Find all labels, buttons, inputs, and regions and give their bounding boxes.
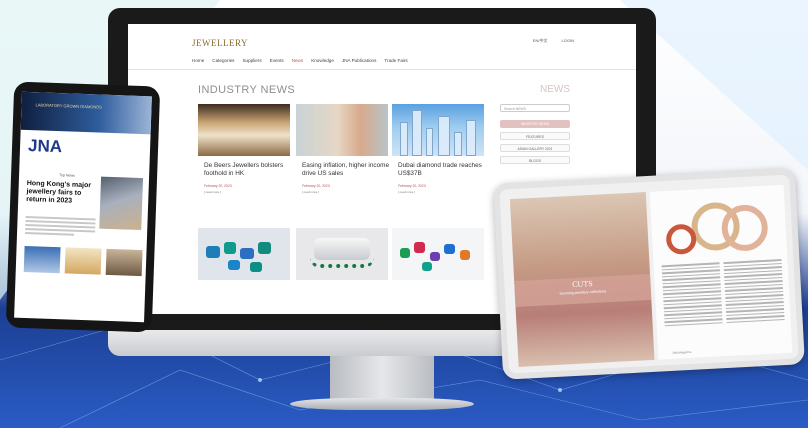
nav-news[interactable]: News (292, 58, 304, 63)
news-search-input[interactable]: Search NEWS (500, 104, 570, 112)
main-nav: Home Categories Suppliers Events News Kn… (192, 58, 408, 63)
top-news-label: Top News (59, 173, 75, 178)
section-title: INDUSTRY NEWS (198, 84, 296, 96)
magazine-footer: JNA Magazine (672, 349, 692, 355)
article-title-3[interactable]: Dubai diamond trade reaches US$37B (398, 162, 490, 178)
article-image-colored-gems[interactable] (392, 228, 484, 280)
imac-stand-base (290, 398, 474, 410)
tablet-banner: LABORATORY GROWN DIAMONDS (20, 91, 152, 135)
nav-home[interactable]: Home (192, 58, 204, 63)
site-header: JEWELLERY EN/中文 LOGIN Home Categories Su… (128, 24, 636, 70)
article-image-blue-gems[interactable] (198, 228, 290, 280)
article-more-3[interactable]: [ read more ] (398, 190, 488, 194)
nav-trade-fairs[interactable]: Trade Fairs (384, 58, 407, 63)
article-image-woman[interactable] (296, 104, 388, 156)
article-date-3: February 20, 2023 (398, 184, 426, 188)
article-image-necklace[interactable] (296, 228, 388, 280)
tablet-headline-photo[interactable] (99, 176, 144, 231)
tablet-headline[interactable]: Hong Kong's major jewellery fairs to ret… (26, 180, 97, 206)
article-title-1[interactable]: De Beers Jewellers bolsters foothold in … (204, 162, 296, 178)
magazine-cover-page: CUTS Stunning jewellery collections (509, 192, 655, 367)
tablet-left-screen: LABORATORY GROWN DIAMONDS JNA Top News H… (14, 91, 152, 323)
article-image-city[interactable] (392, 104, 484, 156)
nav-suppliers[interactable]: Suppliers (242, 58, 261, 63)
nav-categories[interactable]: Categories (212, 58, 234, 63)
sidebar-item-industry-news[interactable]: INDUSTRY NEWS (500, 120, 570, 128)
nav-events[interactable]: Events (270, 58, 284, 63)
sidebar-item-blogs[interactable]: BLOGS (500, 156, 570, 164)
sidebar-item-features[interactable]: FEATURES (500, 132, 570, 140)
article-more-2[interactable]: [ read more ] (302, 190, 392, 194)
article-date-2: February 20, 2023 (302, 184, 330, 188)
tablet-body-text (25, 216, 96, 238)
tablet-right-magazine: CUTS Stunning jewellery collections JNA … (493, 168, 805, 380)
language-switch[interactable]: EN/中文 (533, 38, 548, 44)
article-title-2[interactable]: Easing inflation, higher income drive US… (302, 162, 394, 178)
jna-logo: JNA (27, 136, 63, 157)
imac-stand (330, 356, 434, 400)
tablet-thumbnails (23, 245, 143, 277)
article-image-store[interactable] (198, 104, 290, 156)
header-links: EN/中文 LOGIN (533, 38, 574, 44)
site-logo[interactable]: JEWELLERY (192, 38, 248, 48)
sidebar-item-asian-gallery[interactable]: ASIAN GALLERY 2021 (500, 144, 570, 152)
nav-publications[interactable]: JNA Publications (342, 58, 376, 63)
nav-knowledge[interactable]: Knowledge (311, 58, 334, 63)
login-link[interactable]: LOGIN (562, 38, 574, 44)
article-more-1[interactable]: [ read more ] (204, 190, 294, 194)
article-date-1: February 20, 2023 (204, 184, 232, 188)
news-label: NEWS (540, 84, 570, 95)
tablet-left: LABORATORY GROWN DIAMONDS JNA Top News H… (5, 81, 161, 333)
magazine-article-page: JNA Magazine (649, 184, 793, 360)
